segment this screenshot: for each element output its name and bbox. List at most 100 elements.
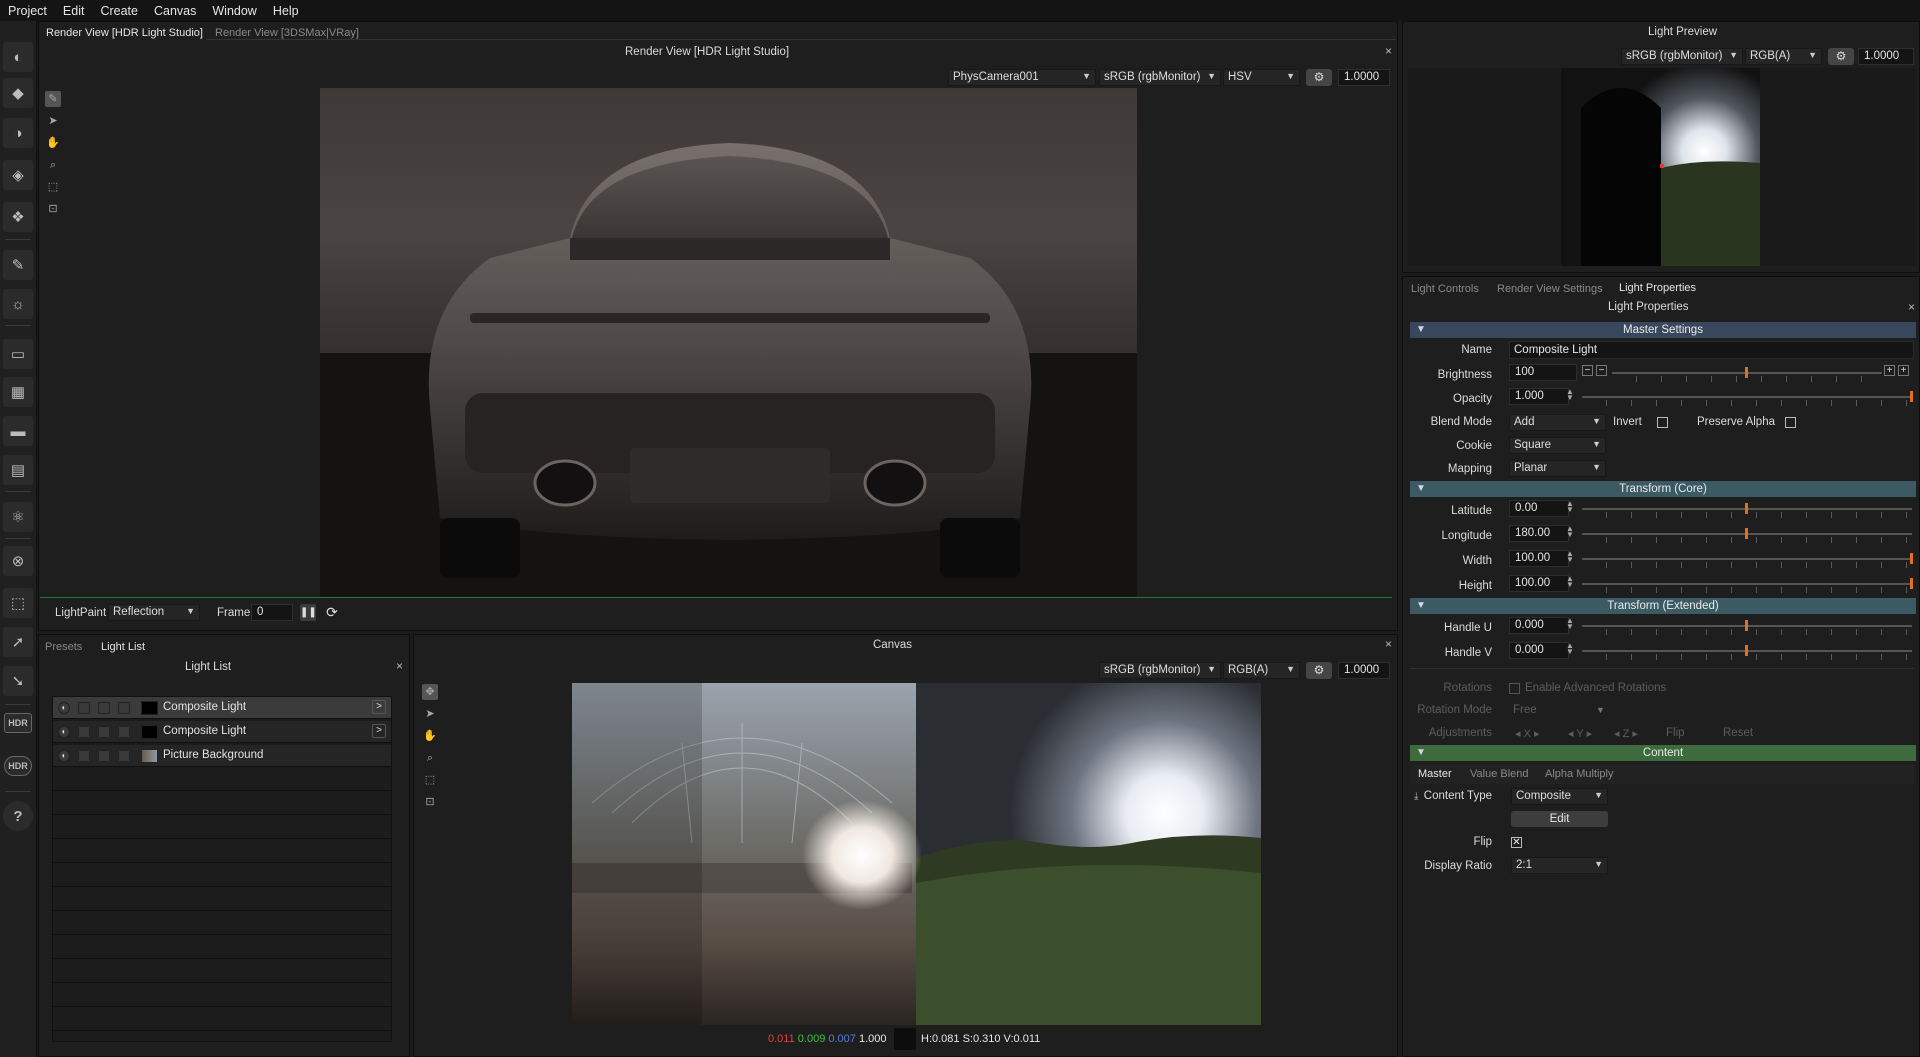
adjust-x-control[interactable]: ◂ X ▸	[1515, 727, 1540, 740]
menu-canvas[interactable]: Canvas	[146, 4, 204, 18]
color-space-select[interactable]: sRGB (rgbMonitor) ▼	[1099, 69, 1221, 86]
tab-master[interactable]: Master	[1418, 768, 1452, 780]
help-button[interactable]: ?	[3, 801, 33, 831]
region-select-icon[interactable]: ⬚	[422, 772, 438, 788]
visibility-icon[interactable]: ◐	[58, 726, 70, 738]
move-icon[interactable]: ✥	[422, 684, 438, 700]
hand-icon[interactable]: ✋	[422, 728, 438, 744]
menu-help[interactable]: Help	[265, 4, 307, 18]
width-input[interactable]: 100.00	[1509, 550, 1569, 567]
visibility-icon[interactable]: ◐	[58, 750, 70, 762]
content-type-select[interactable]: Composite ▼	[1511, 788, 1608, 805]
slider-knob[interactable]	[1745, 503, 1748, 514]
height-slider[interactable]	[1582, 578, 1913, 593]
lock-icon[interactable]	[118, 750, 130, 762]
longitude-slider[interactable]	[1582, 528, 1912, 543]
hand-icon[interactable]: ✋	[45, 135, 61, 151]
list-item[interactable]: ◐ Composite Light >	[53, 697, 391, 719]
tab-render-view-hdr[interactable]: Render View [HDR Light Studio]	[46, 27, 203, 39]
pause-icon[interactable]: ❚❚	[300, 604, 317, 621]
longitude-input[interactable]: 180.00	[1509, 525, 1569, 542]
preview-exposure-input[interactable]: 1.0000	[1858, 48, 1914, 65]
edit-icon[interactable]	[98, 750, 110, 762]
canvas-hdri-image[interactable]	[572, 683, 1261, 1025]
lock-icon[interactable]	[118, 726, 130, 738]
plus-icon[interactable]: +	[1898, 365, 1909, 376]
light-paint-icon[interactable]: ◆	[3, 78, 33, 108]
handle-v-input[interactable]: 0.000	[1509, 642, 1569, 659]
zoom-icon[interactable]: ⌕	[422, 750, 438, 766]
height-input[interactable]: 100.00	[1509, 575, 1569, 592]
edit-icon[interactable]	[98, 726, 110, 738]
solo-icon[interactable]	[78, 726, 90, 738]
section-transform-core[interactable]: ▼ Transform (Core)	[1410, 481, 1916, 497]
slider-knob[interactable]	[1745, 620, 1748, 631]
spinner-icon[interactable]: ▲ ▼	[1566, 500, 1574, 514]
arrow-up-icon[interactable]: ➚	[3, 627, 33, 657]
spinner-icon[interactable]: ▲ ▼	[1566, 550, 1574, 564]
solo-icon[interactable]	[78, 750, 90, 762]
gradient-icon[interactable]: ▭	[3, 339, 33, 369]
brush-icon[interactable]: ✎	[3, 250, 33, 280]
camera-select[interactable]: PhysCamera001 ▼	[948, 69, 1096, 86]
lock-icon[interactable]	[118, 702, 130, 714]
frame-icon[interactable]: ⬚	[3, 588, 33, 618]
preview-color-space-select[interactable]: sRGB (rgbMonitor) ▼	[1621, 48, 1743, 65]
list-item[interactable]: ◐ Composite Light >	[53, 721, 391, 743]
handle-u-input[interactable]: 0.000	[1509, 617, 1569, 634]
adjust-y-control[interactable]: ◂ Y ▸	[1568, 727, 1592, 740]
flip-button[interactable]: Flip	[1666, 727, 1685, 739]
tab-presets[interactable]: Presets	[45, 641, 82, 653]
hdr-cycle-button[interactable]: HDR	[4, 756, 32, 776]
name-input[interactable]: Composite Light	[1509, 341, 1914, 359]
minus-icon[interactable]: −	[1582, 365, 1593, 376]
reset-button[interactable]: Reset	[1723, 727, 1753, 739]
canvas-exposure-input[interactable]: 1.0000	[1338, 662, 1390, 679]
area-light-icon[interactable]: ◈	[3, 160, 33, 190]
spinner-icon[interactable]: ▲ ▼	[1566, 617, 1574, 631]
composite-icon[interactable]: ❖	[3, 202, 33, 232]
image-icon[interactable]: ▦	[3, 377, 33, 407]
sun-icon[interactable]: ☼	[3, 289, 33, 319]
zoom-region-icon[interactable]: ⊡	[45, 201, 61, 217]
pointer-icon[interactable]: ➤	[422, 706, 438, 722]
latitude-input[interactable]: 0.00	[1509, 500, 1569, 517]
brightness-slider[interactable]	[1612, 367, 1882, 382]
spinner-icon[interactable]: ▲ ▼	[1566, 525, 1574, 539]
width-slider[interactable]	[1582, 553, 1913, 568]
close-icon[interactable]: ×	[1385, 44, 1392, 58]
handle-v-slider[interactable]	[1582, 645, 1912, 660]
visibility-icon[interactable]: ◐	[58, 702, 70, 714]
arrow-down-icon[interactable]: ➘	[3, 666, 33, 696]
tab-render-view-settings[interactable]: Render View Settings	[1497, 283, 1603, 295]
solo-icon[interactable]	[78, 702, 90, 714]
section-transform-extended[interactable]: ▼ Transform (Extended)	[1410, 598, 1916, 614]
slider-knob[interactable]	[1745, 528, 1748, 539]
menu-window[interactable]: Window	[204, 4, 264, 18]
frame-input[interactable]: 0	[251, 604, 293, 621]
exposure-icon[interactable]: ⚙	[1306, 69, 1332, 86]
render-exposure-input[interactable]: 1.0000	[1338, 69, 1390, 86]
minus-icon[interactable]: −	[1596, 365, 1607, 376]
text-icon[interactable]: ▤	[3, 455, 33, 485]
invert-checkbox[interactable]	[1657, 417, 1668, 428]
slider-knob[interactable]	[1910, 391, 1913, 402]
region-select-icon[interactable]: ⬚	[45, 179, 61, 195]
slider-knob[interactable]	[1745, 367, 1748, 378]
spinner-icon[interactable]: ▲ ▼	[1566, 575, 1574, 589]
list-item[interactable]: ◐ Picture Background	[53, 745, 391, 767]
menu-edit[interactable]: Edit	[55, 4, 93, 18]
adjust-z-control[interactable]: ◂ Z ▸	[1614, 727, 1638, 740]
close-icon[interactable]: ×	[1908, 300, 1915, 314]
opacity-slider[interactable]	[1582, 391, 1913, 406]
light-spot-icon[interactable]: ◑	[3, 118, 33, 148]
lightpaint-mode-select[interactable]: Reflection ▼	[108, 604, 200, 621]
menu-project[interactable]: Project	[0, 4, 55, 18]
preserve-alpha-checkbox[interactable]	[1785, 417, 1796, 428]
refresh-icon[interactable]: ⟳	[323, 604, 341, 621]
menu-create[interactable]: Create	[92, 4, 146, 18]
chevron-right-icon[interactable]: >	[372, 700, 386, 714]
tab-light-controls[interactable]: Light Controls	[1411, 283, 1479, 295]
plus-icon[interactable]: +	[1884, 365, 1895, 376]
cookie-select[interactable]: Square ▼	[1509, 437, 1606, 454]
